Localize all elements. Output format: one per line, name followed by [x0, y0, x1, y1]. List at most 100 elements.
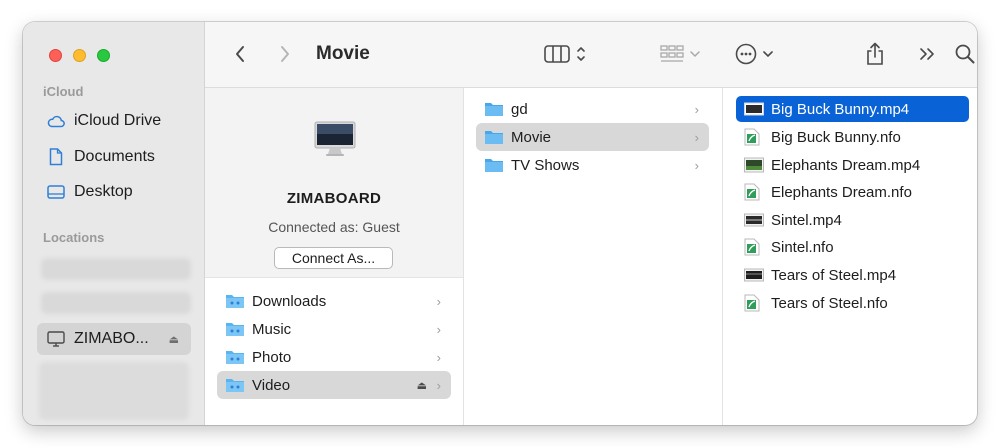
- more-toolbar-items-button[interactable]: [916, 40, 940, 68]
- sidebar-item-zimaboard[interactable]: ZIMABO... ⏏: [37, 323, 191, 355]
- file-row[interactable]: Tears of Steel.mp4: [736, 262, 969, 288]
- file-label: Elephants Dream.nfo: [771, 183, 912, 201]
- eject-icon[interactable]: ⏏: [169, 333, 179, 346]
- video-file-icon: [744, 156, 764, 174]
- sidebar-section-locations: Locations: [43, 230, 105, 245]
- file-label: Tears of Steel.mp4: [771, 266, 897, 284]
- share-button[interactable]: [863, 40, 887, 68]
- share-label: Photo: [252, 348, 292, 366]
- sidebar-item-label: Desktop: [74, 183, 133, 200]
- folder-row-movie[interactable]: Movie ›: [476, 123, 709, 151]
- folder-label: gd: [511, 100, 528, 118]
- back-button[interactable]: [229, 40, 251, 68]
- share-icon: [867, 42, 883, 65]
- share-row-photo[interactable]: Photo ›: [217, 344, 451, 370]
- desktop-icon: [47, 183, 65, 201]
- file-row[interactable]: Big Buck Bunny.nfo: [736, 124, 969, 150]
- folder-icon: [484, 128, 504, 146]
- folder-row-gd[interactable]: gd ›: [476, 96, 709, 122]
- document-icon: [47, 148, 65, 166]
- toolbar: Movie: [205, 22, 977, 88]
- file-label: Big Buck Bunny.nfo: [771, 128, 901, 146]
- file-row[interactable]: Sintel.nfo: [736, 234, 969, 260]
- chevron-right-icon: ›: [436, 321, 441, 337]
- blurred-location-item: [41, 258, 191, 280]
- sidebar-item-label: Documents: [74, 148, 155, 165]
- file-label: Tears of Steel.nfo: [771, 294, 888, 312]
- file-row[interactable]: Big Buck Bunny.mp4: [736, 96, 969, 122]
- folder-label: TV Shows: [511, 156, 580, 174]
- sidebar: iCloud iCloud Drive Documents Desktop Lo…: [23, 22, 205, 425]
- share-label: Downloads: [252, 292, 327, 310]
- connection-status: Connected as: Guest: [268, 219, 400, 235]
- finder-window: iCloud iCloud Drive Documents Desktop Lo…: [23, 22, 977, 425]
- nfo-file-icon: [744, 183, 764, 201]
- view-mode-button[interactable]: [541, 40, 589, 68]
- folder-row-tv-shows[interactable]: TV Shows ›: [476, 152, 709, 178]
- display-icon: [47, 330, 65, 348]
- up-down-chevron-icon: [577, 47, 585, 61]
- chevron-right-icon: [281, 46, 289, 62]
- server-name: ZIMABOARD: [286, 190, 382, 207]
- share-row-video[interactable]: Video ⏏ ›: [217, 371, 451, 399]
- window-title: Movie: [316, 43, 370, 64]
- search-icon: [955, 44, 975, 64]
- shared-folder-icon: [225, 376, 245, 394]
- video-file-icon: [744, 266, 764, 284]
- column-view-icon: [544, 45, 570, 63]
- folder-icon: [484, 156, 504, 174]
- sidebar-item-icloud-drive[interactable]: iCloud Drive: [37, 106, 191, 136]
- chevron-right-icon: ›: [436, 349, 441, 365]
- sidebar-item-label: ZIMABO...: [74, 330, 149, 347]
- minimize-window-button[interactable]: [73, 49, 86, 62]
- forward-button[interactable]: [274, 40, 296, 68]
- file-row[interactable]: Tears of Steel.nfo: [736, 290, 969, 316]
- chevron-down-icon: [763, 51, 773, 58]
- folder-label: Movie: [511, 128, 552, 146]
- nfo-file-icon: [744, 128, 764, 146]
- chevron-right-icon: ›: [694, 157, 699, 173]
- chevron-down-icon: [690, 51, 700, 58]
- video-file-icon: [744, 211, 764, 229]
- shared-folder-icon: [225, 348, 245, 366]
- shared-folder-icon: [225, 292, 245, 310]
- connect-as-button[interactable]: Connect As...: [274, 247, 393, 269]
- video-file-icon: [744, 100, 764, 118]
- share-row-music[interactable]: Music ›: [217, 316, 451, 342]
- folder-icon: [484, 100, 504, 118]
- file-row[interactable]: Sintel.mp4: [736, 207, 969, 233]
- imac-icon: [314, 121, 356, 156]
- file-label: Sintel.nfo: [771, 238, 834, 256]
- share-row-downloads[interactable]: Downloads ›: [217, 288, 451, 314]
- cloud-icon: [47, 112, 65, 130]
- chevron-right-icon: ›: [694, 101, 699, 117]
- sidebar-item-desktop[interactable]: Desktop: [37, 177, 191, 207]
- sidebar-section-icloud: iCloud: [43, 84, 84, 99]
- server-info-panel: ZIMABOARD Connected as: Guest Connect As…: [205, 88, 463, 278]
- share-label: Video: [252, 376, 291, 394]
- nfo-file-icon: [744, 294, 764, 312]
- ellipsis-circle-icon: [735, 43, 757, 65]
- blurred-location-item: [41, 292, 191, 314]
- chevron-left-icon: [236, 46, 244, 62]
- zoom-window-button[interactable]: [97, 49, 110, 62]
- file-row[interactable]: Elephants Dream.nfo: [736, 179, 969, 205]
- grid-icon: [660, 45, 684, 62]
- chevron-right-icon: ›: [436, 293, 441, 309]
- action-menu-button[interactable]: [731, 40, 777, 68]
- share-label: Music: [252, 320, 292, 338]
- search-button[interactable]: [953, 40, 977, 68]
- blurred-sidebar-area: [39, 362, 189, 420]
- file-label: Big Buck Bunny.mp4: [771, 100, 910, 118]
- eject-icon[interactable]: ⏏: [417, 379, 427, 392]
- shared-folder-icon: [225, 320, 245, 338]
- close-window-button[interactable]: [49, 49, 62, 62]
- nfo-file-icon: [744, 238, 764, 256]
- double-chevron-right-icon: [920, 48, 934, 60]
- group-button[interactable]: [657, 40, 703, 68]
- sidebar-item-label: iCloud Drive: [74, 112, 162, 129]
- file-row[interactable]: Elephants Dream.mp4: [736, 152, 969, 178]
- chevron-right-icon: ›: [694, 129, 699, 145]
- chevron-right-icon: ›: [436, 377, 441, 393]
- sidebar-item-documents[interactable]: Documents: [37, 142, 191, 172]
